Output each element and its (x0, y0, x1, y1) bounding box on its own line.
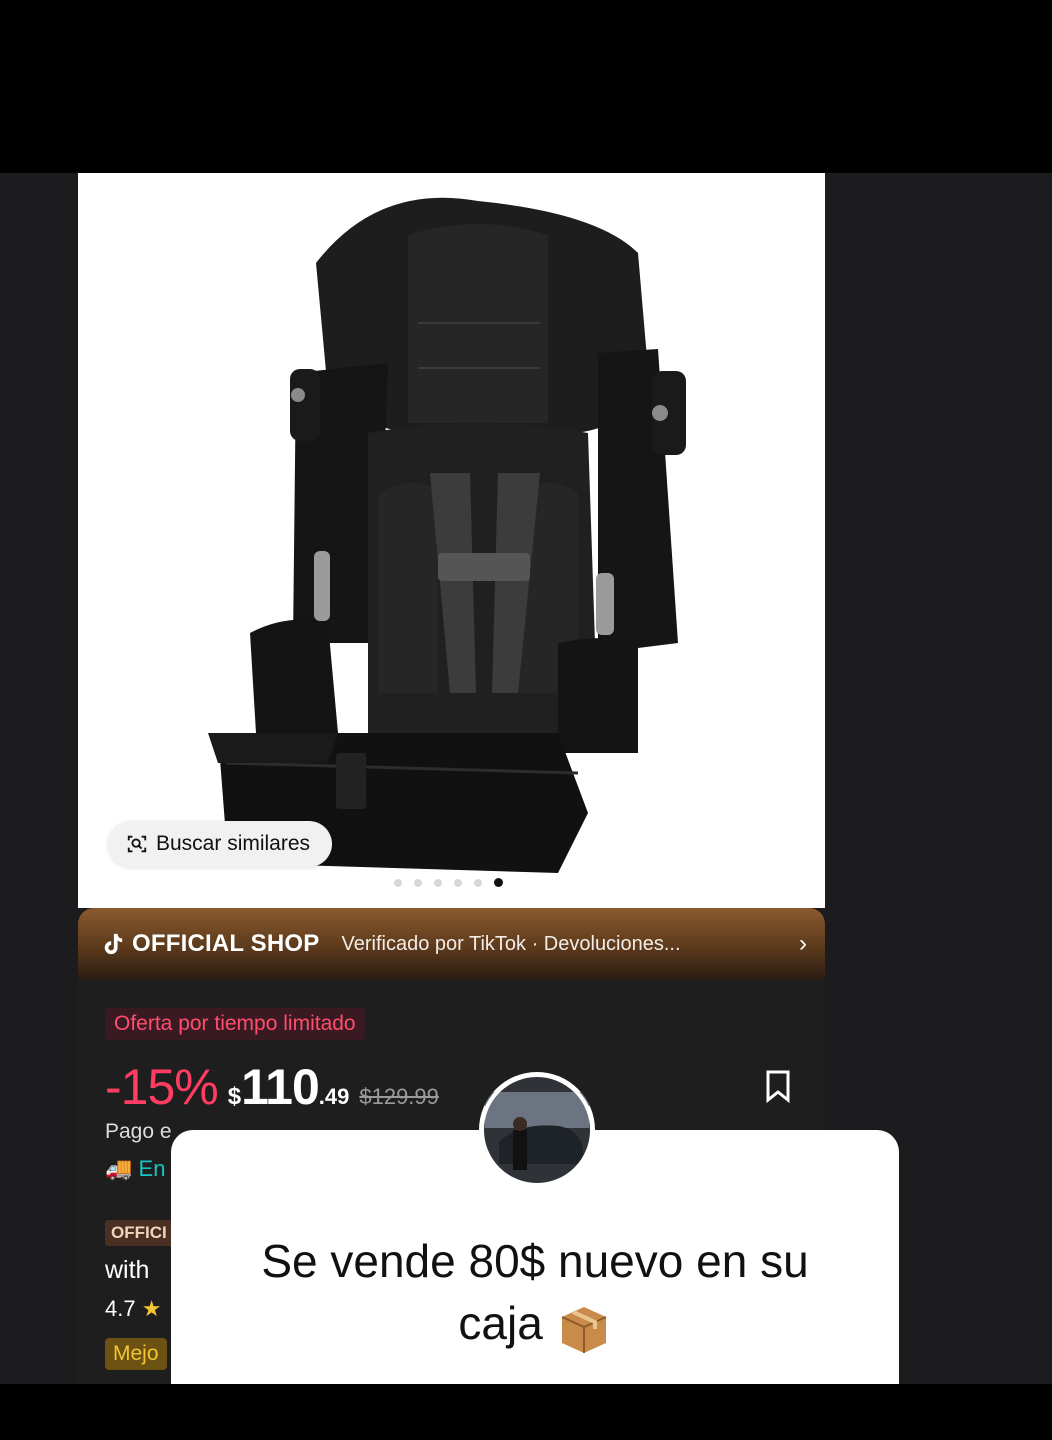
official-badge: OFFICI (105, 1220, 173, 1246)
price-currency: $ (227, 1083, 242, 1110)
carousel-dot[interactable] (454, 878, 462, 887)
official-shop-bar[interactable]: OFFICIAL SHOP Verificado por TikTok · De… (78, 908, 825, 980)
image-search-icon (127, 835, 147, 853)
star-icon: ★ (141, 1296, 162, 1321)
chevron-right-icon[interactable]: › (799, 930, 807, 958)
discount-percent: -15% (105, 1059, 219, 1115)
carousel-dot-active[interactable] (494, 878, 503, 887)
limited-offer-badge: Oferta por tiempo limitado (105, 1008, 365, 1040)
profile-avatar[interactable] (479, 1072, 595, 1188)
best-badge: Mejo (105, 1338, 167, 1370)
search-similar-button[interactable]: Buscar similares (108, 821, 333, 867)
car-seat-illustration (208, 197, 686, 873)
carousel-dot[interactable] (394, 878, 402, 887)
payment-text: Pago e (105, 1120, 172, 1143)
story-reply-line-1: Se vende 80$ nuevo en su (261, 1235, 809, 1287)
truck-icon: 🚚 (105, 1156, 133, 1181)
price-integer: 110 (241, 1059, 320, 1115)
shipping-row: 🚚 En (105, 1156, 165, 1182)
bookmark-icon[interactable] (764, 1069, 792, 1103)
carousel-dot[interactable] (434, 878, 442, 887)
original-price: $129.99 (359, 1084, 439, 1109)
avatar-photo (480, 1073, 594, 1187)
product-image[interactable]: Buscar similares (78, 173, 825, 908)
price-decimal: .49 (318, 1084, 350, 1109)
carousel-dot[interactable] (474, 878, 482, 887)
verified-text: Verificado por TikTok · Devoluciones... (341, 932, 681, 955)
search-similar-label: Buscar similares (156, 832, 311, 855)
price-row: -15% $ 110 .49 $129.99 (105, 1058, 439, 1116)
package-icon (561, 1306, 606, 1353)
official-shop-label: OFFICIAL SHOP (132, 930, 320, 957)
rating-row: 4.7 ★ (105, 1296, 161, 1322)
image-carousel-indicator (394, 878, 503, 887)
story-reply-text: Se vende 80$ nuevo en su caja (171, 1230, 899, 1355)
rating-value: 4.7 (105, 1296, 136, 1321)
story-reply-line-2-text: caja (458, 1297, 543, 1349)
with-text: with (105, 1256, 150, 1284)
carousel-dot[interactable] (414, 878, 422, 887)
tiktok-logo-icon (104, 933, 123, 955)
story-reply-line-2: caja (171, 1292, 899, 1355)
shipping-text: En (138, 1156, 166, 1181)
